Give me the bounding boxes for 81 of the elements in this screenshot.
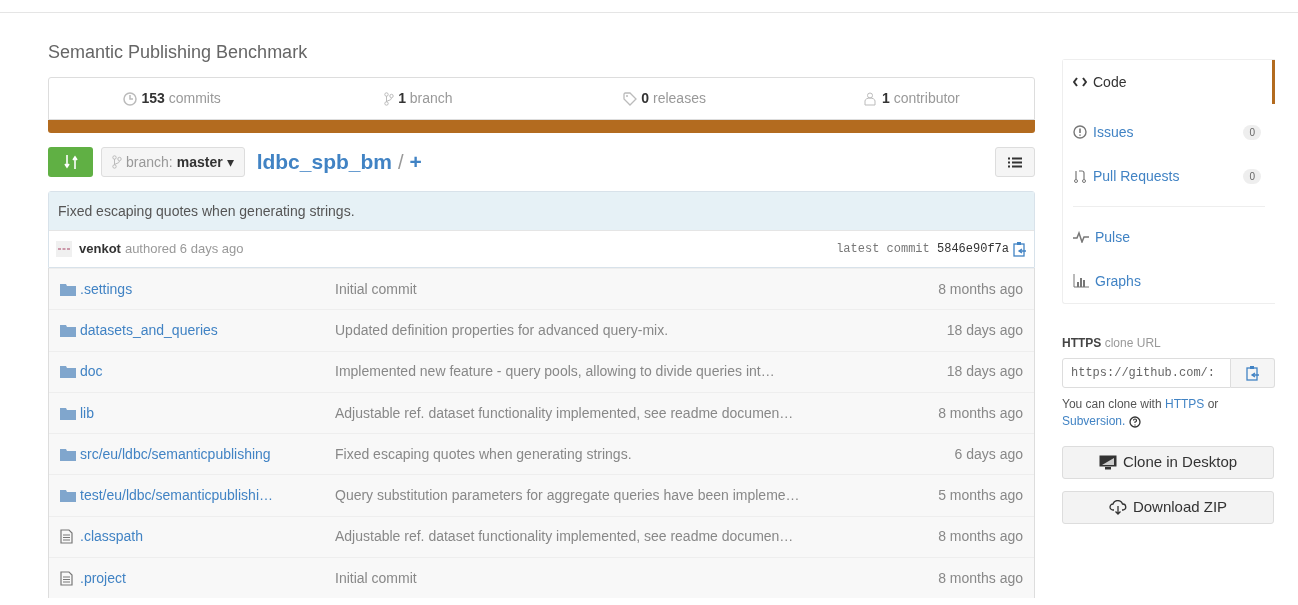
- branch-selector[interactable]: branch: master ▾: [101, 147, 245, 177]
- tag-icon: [623, 91, 638, 106]
- file-icon: [60, 570, 73, 586]
- nav-item[interactable]: Issues 0: [1063, 110, 1275, 154]
- file-age: 8 months ago: [938, 527, 1023, 547]
- compare-button[interactable]: [48, 147, 93, 177]
- repo-link[interactable]: ldbc_spb_bm: [256, 146, 392, 178]
- path-separator: /: [398, 150, 404, 175]
- nav-item[interactable]: Pull Requests 0: [1063, 154, 1275, 198]
- folder-icon: [60, 323, 76, 337]
- help-icon: [1129, 415, 1142, 428]
- file-age: 8 months ago: [938, 403, 1023, 423]
- cloud-download-icon: [1108, 500, 1127, 515]
- file-age: 6 days ago: [954, 444, 1023, 464]
- folder-icon: [60, 447, 76, 461]
- file-age: 5 months ago: [938, 486, 1023, 506]
- folder-icon: [60, 489, 76, 503]
- alert-icon: [1073, 125, 1087, 139]
- clipboard-icon: [1013, 241, 1027, 257]
- folder-icon: [60, 406, 76, 420]
- add-file-link[interactable]: +: [409, 146, 422, 178]
- code-icon: [1073, 77, 1087, 87]
- file-age: 8 months ago: [938, 279, 1023, 299]
- list-icon: [1008, 156, 1022, 168]
- commit-message-link[interactable]: Initial commit: [335, 278, 417, 300]
- branch-icon: [112, 155, 122, 169]
- file-icon: [60, 529, 73, 545]
- download-zip-button[interactable]: Download ZIP: [1062, 491, 1274, 524]
- nav-item[interactable]: Pulse: [1063, 215, 1275, 259]
- stat-link[interactable]: 153 commits: [141, 88, 221, 109]
- commit-time: authored 6 days ago: [124, 240, 244, 259]
- latest-commit: latest commit 5846e90f7a: [836, 241, 1009, 258]
- commit-message-link[interactable]: Updated definition properties for advanced query-mix.: [335, 319, 669, 341]
- file-name-link[interactable]: lib: [80, 402, 335, 424]
- folder-icon: [60, 365, 76, 379]
- subversion-link[interactable]: Subversion.: [1062, 414, 1126, 428]
- stat-link[interactable]: 1 contributor: [881, 88, 960, 109]
- commit-message-link[interactable]: Query substitution parameters for aggregate queries have been impleme…: [335, 485, 800, 507]
- pulse-icon: [1073, 231, 1089, 243]
- author-name[interactable]: venkot: [79, 239, 121, 259]
- file-name-link[interactable]: test/eu/ldbc/semanticpublishi…: [80, 485, 335, 507]
- file-name-link[interactable]: .classpath: [80, 526, 335, 548]
- clone-url-field[interactable]: https://github.com/:: [1062, 358, 1231, 388]
- branch-icon: [384, 91, 395, 106]
- folder-icon: [60, 282, 76, 296]
- commit-message-link[interactable]: Implemented new feature - query pools, allowing to divide queries int…: [335, 361, 775, 383]
- nav-item[interactable]: Graphs: [1063, 259, 1275, 303]
- sync-arrows-icon: [63, 154, 78, 170]
- clone-help-text: You can clone with: [1062, 397, 1163, 411]
- commit-message-link[interactable]: Adjustable ref. dataset functionality implemented, see readme documen…: [335, 402, 794, 424]
- file-age: 18 days ago: [946, 362, 1023, 382]
- history-icon: [123, 91, 138, 106]
- copy-button[interactable]: [1231, 358, 1275, 388]
- file-age: 18 days ago: [946, 320, 1023, 340]
- monitor-icon: [1098, 455, 1117, 470]
- list-toggle-button[interactable]: [995, 147, 1035, 177]
- repo-description: Semantic Publishing Benchmark: [48, 41, 309, 63]
- file-name-link[interactable]: .project: [80, 567, 335, 589]
- clone-help-text: or: [1206, 397, 1219, 411]
- file-name-link[interactable]: datasets_and_queries: [80, 319, 335, 341]
- commit-message-link[interactable]: Initial commit: [335, 567, 417, 589]
- pull-request-icon: [1073, 169, 1087, 183]
- file-name-link[interactable]: .settings: [80, 278, 335, 300]
- https-link[interactable]: HTTPS: [1165, 397, 1205, 411]
- clipboard-icon: [1245, 365, 1260, 381]
- commit-message-link[interactable]: Adjustable ref. dataset functionality implemented, see readme documen…: [335, 526, 794, 548]
- stat-link[interactable]: 0 releases: [641, 88, 706, 109]
- count-badge: 0: [1243, 168, 1261, 184]
- people-icon: [861, 91, 878, 106]
- avatar-icon: [56, 241, 72, 257]
- stat-link[interactable]: 1 branch: [398, 88, 453, 109]
- file-age: 8 months ago: [938, 568, 1023, 588]
- file-name-link[interactable]: src/eu/ldbc/semanticpublishing: [80, 443, 335, 465]
- clone-desktop-button[interactable]: Clone in Desktop: [1062, 446, 1274, 479]
- commit-message-link[interactable]: Fixed escaping quotes when generating strings.: [335, 443, 632, 465]
- count-badge: 0: [1243, 124, 1261, 140]
- commit-message: Fixed escaping quotes when generating strings.: [49, 192, 1034, 230]
- bar-chart-icon: [1073, 274, 1089, 288]
- file-name-link[interactable]: doc: [80, 361, 335, 383]
- nav-item[interactable]: Code: [1063, 60, 1275, 104]
- clone-url-title: HTTPS clone URL: [1062, 335, 1162, 352]
